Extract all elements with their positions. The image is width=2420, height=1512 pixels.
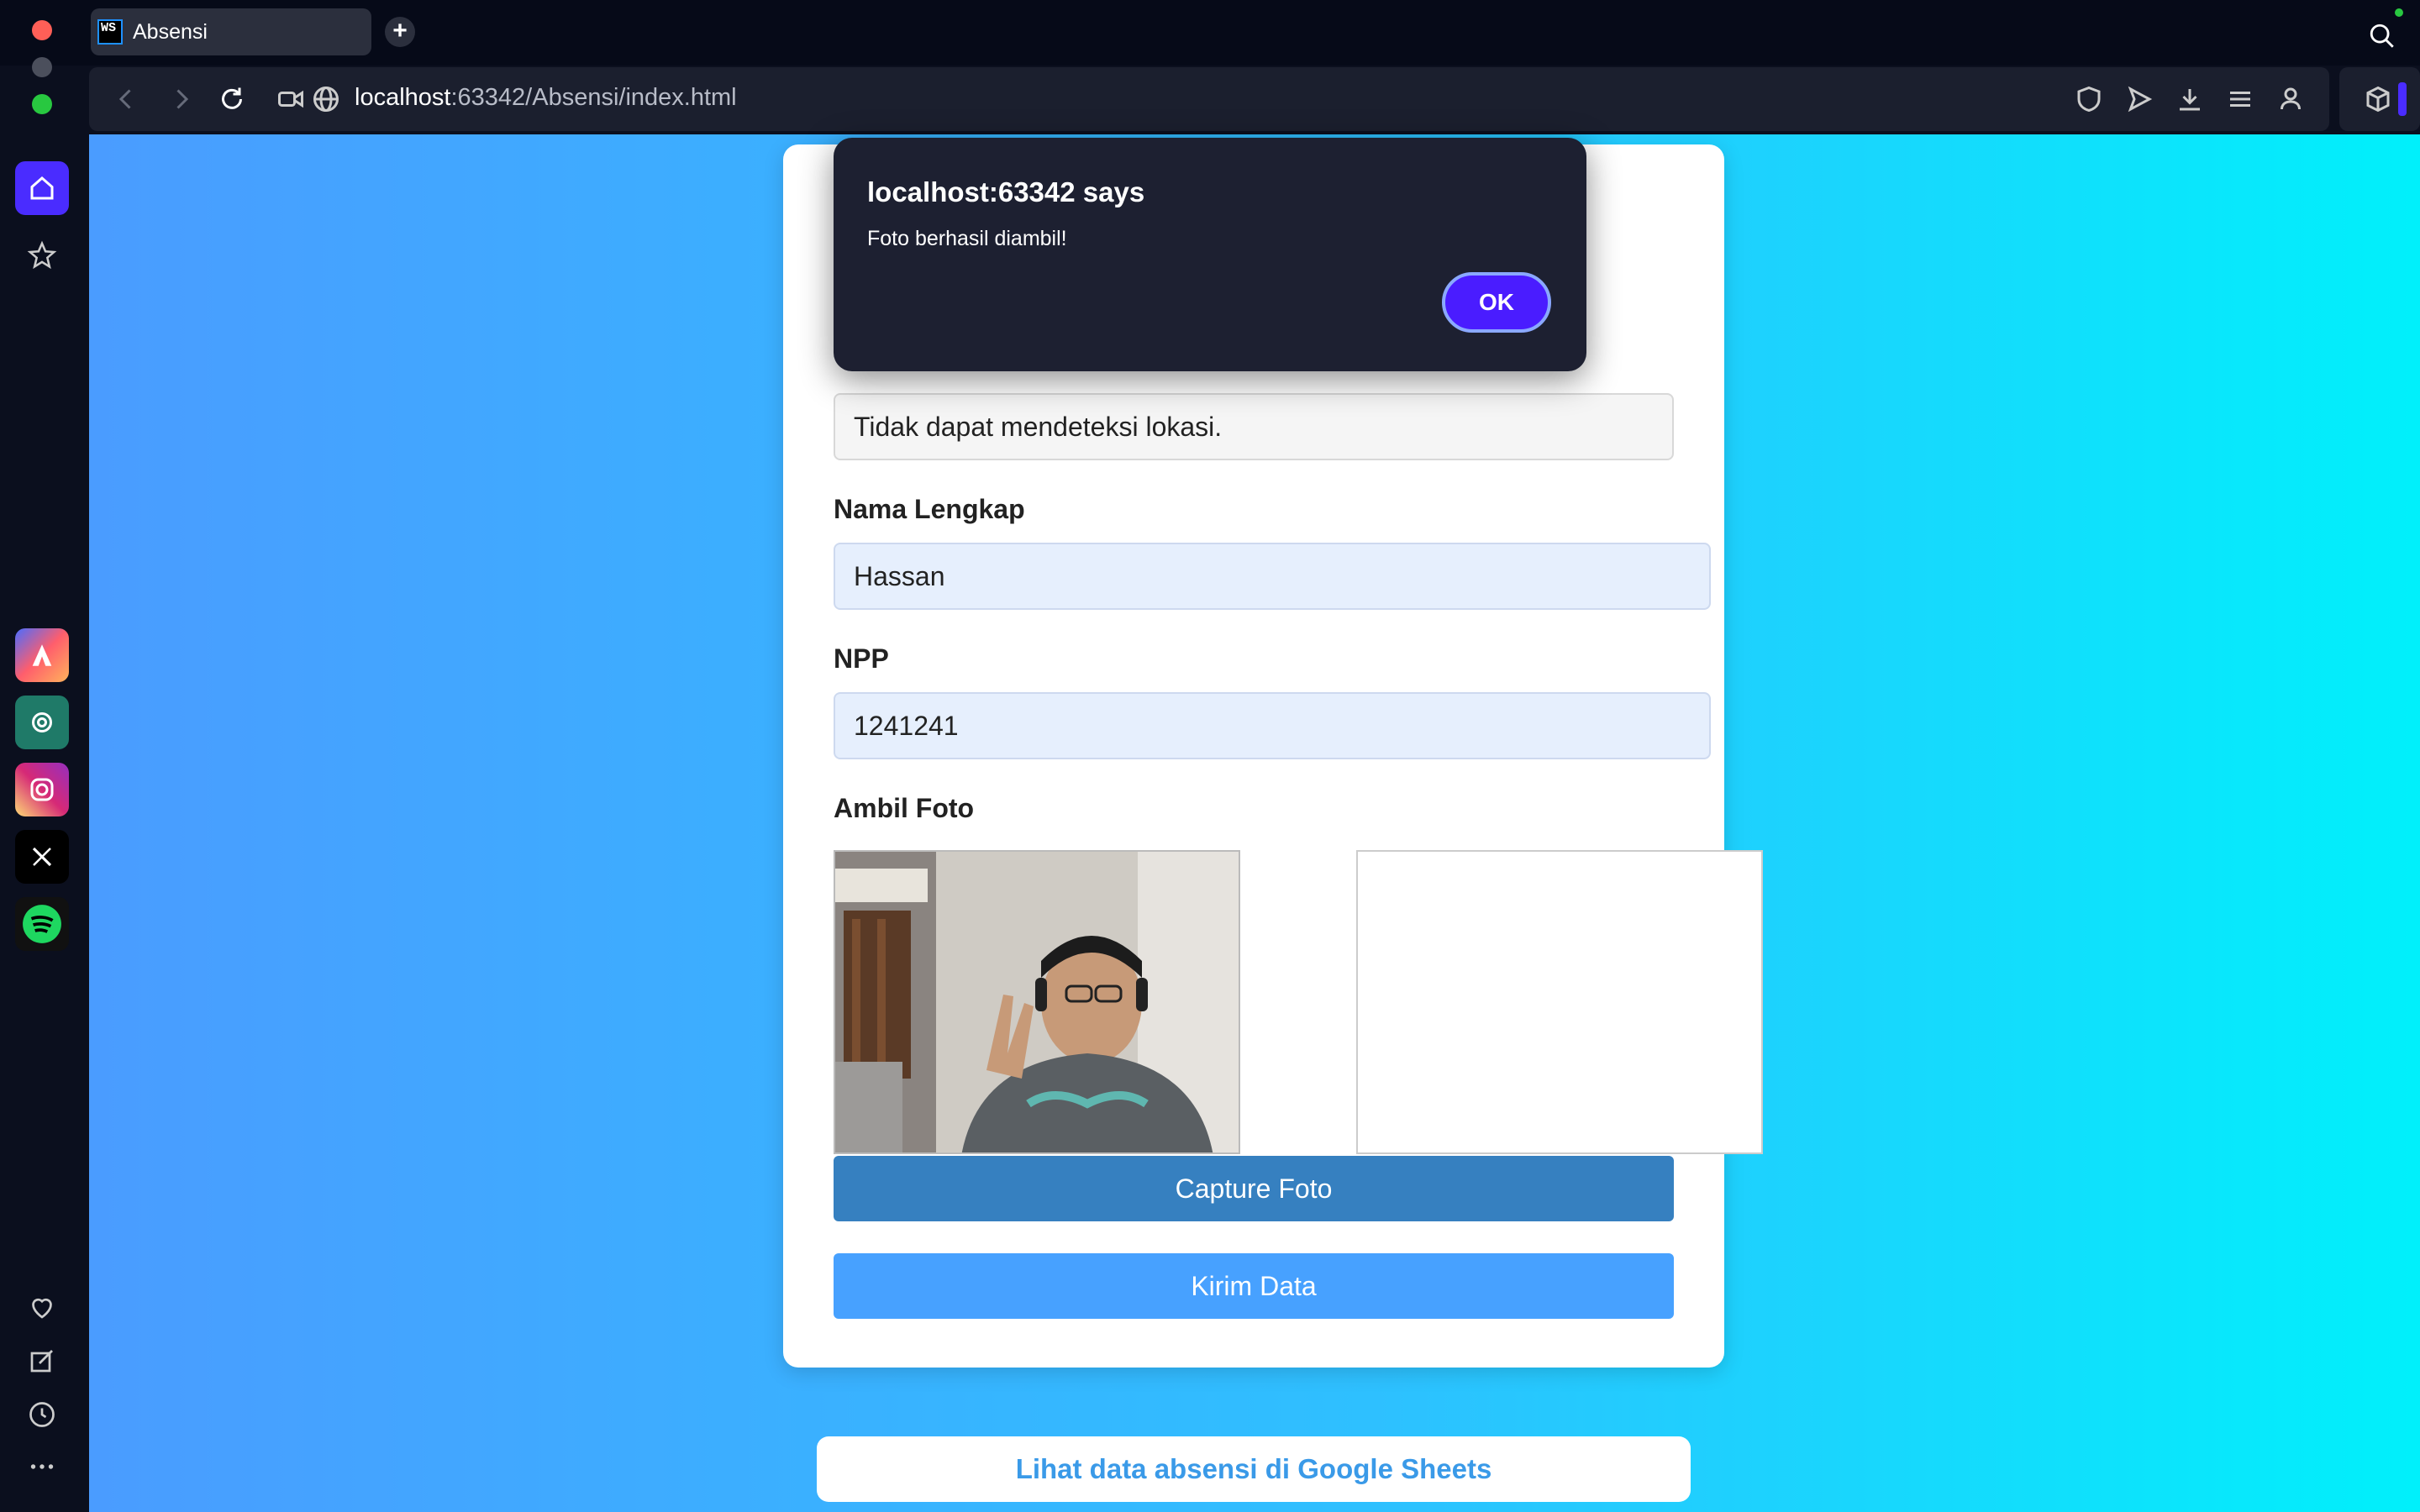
forward-icon[interactable] [166, 84, 197, 114]
camera-icon[interactable] [276, 84, 306, 114]
shield-icon[interactable] [2074, 84, 2104, 114]
tab-title: Absensi [133, 19, 208, 44]
dialog-message: Foto berhasil diambil! [867, 227, 1067, 250]
name-input[interactable]: Hassan [834, 543, 1711, 610]
x-glyph [32, 847, 52, 867]
google-sheets-link[interactable]: Lihat data absensi di Google Sheets [817, 1436, 1691, 1502]
camera-preview [834, 850, 1240, 1154]
x-icon[interactable] [15, 830, 69, 884]
sidebar [0, 131, 84, 1512]
capture-photo-button[interactable]: Capture Foto [834, 1156, 1674, 1221]
aria-glyph [32, 644, 52, 666]
bookmarks-button[interactable] [15, 228, 69, 282]
more-icon [30, 1464, 54, 1469]
heart-icon [32, 1298, 52, 1319]
name-label: Nama Lengkap [834, 494, 1025, 524]
favorites-button[interactable] [15, 1280, 69, 1334]
webstorm-icon: WS [97, 19, 123, 45]
profile-icon[interactable] [2275, 84, 2306, 114]
address-bar: localhost:63342/Absensi/index.html [89, 67, 2329, 131]
edit-icon [30, 1350, 53, 1373]
photo-label: Ambil Foto [834, 793, 975, 823]
chatgpt-glyph [32, 712, 52, 732]
status-dot [2395, 8, 2403, 17]
clock-icon [29, 1402, 55, 1427]
search-icon[interactable] [2368, 22, 2396, 50]
sidebar-toggle[interactable] [2398, 82, 2407, 116]
pinboard-button[interactable] [15, 1334, 69, 1388]
star-icon [27, 240, 57, 270]
cube-icon[interactable] [2363, 84, 2393, 114]
location-field[interactable]: Tidak dapat mendeteksi lokasi. [834, 393, 1674, 460]
maximize-window-button[interactable] [32, 94, 52, 114]
home-button[interactable] [15, 161, 69, 215]
send-icon[interactable] [2124, 84, 2154, 114]
home-icon [30, 176, 54, 200]
settings-sliders-icon[interactable] [2225, 84, 2255, 114]
new-tab-button[interactable]: + [385, 17, 415, 47]
dialog-title: localhost:63342 says [867, 176, 1145, 207]
tab-absensi[interactable]: WS Absensi [91, 8, 371, 55]
alert-dialog: localhost:63342 says Foto berhasil diamb… [834, 138, 1586, 371]
url-field[interactable]: localhost:63342/Absensi/index.html [355, 84, 737, 112]
npp-label: NPP [834, 643, 889, 674]
aria-icon[interactable] [15, 628, 69, 682]
captured-photo-canvas [1356, 850, 1763, 1154]
instagram-glyph [30, 778, 54, 801]
tab-bar: WS Absensi + [0, 0, 2420, 66]
chatgpt-icon[interactable] [15, 696, 69, 749]
url-host: localhost [355, 84, 451, 111]
download-icon[interactable] [2175, 84, 2205, 114]
submit-button[interactable]: Kirim Data [834, 1253, 1674, 1319]
reload-icon[interactable] [217, 84, 247, 114]
npp-input[interactable]: 1241241 [834, 692, 1711, 759]
extensions-area [2339, 67, 2420, 131]
spotify-icon[interactable] [15, 897, 69, 951]
ok-button[interactable]: OK [1442, 272, 1551, 333]
camera-feed-image [835, 852, 1239, 1152]
spotify-glyph [23, 905, 61, 943]
back-icon[interactable] [111, 84, 141, 114]
more-button[interactable] [15, 1440, 69, 1494]
url-path: :63342/Absensi/index.html [450, 84, 737, 111]
instagram-icon[interactable] [15, 763, 69, 816]
close-window-button[interactable] [32, 20, 52, 40]
history-button[interactable] [15, 1388, 69, 1441]
minimize-window-button[interactable] [32, 57, 52, 77]
globe-icon [313, 87, 339, 112]
